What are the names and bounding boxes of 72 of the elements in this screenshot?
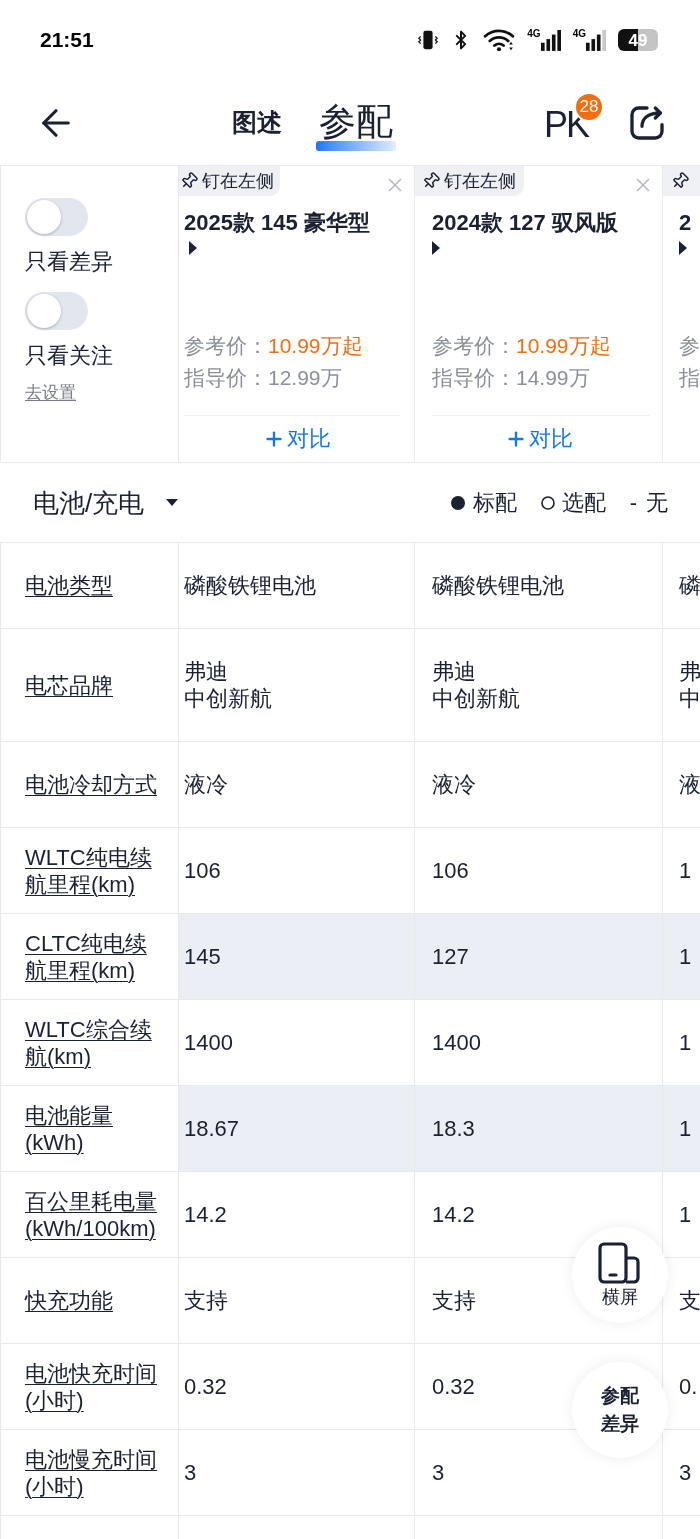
legend-label: 无 [646,488,668,517]
spec-name-link[interactable]: 电池快充时间(小时) [25,1359,167,1414]
toggle-label: 只看关注 [25,342,113,370]
spec-name-link[interactable]: WLTC综合续航(km) [25,1015,167,1070]
legend-dash: - [629,488,637,517]
reference-price-label: 参考价： [432,333,516,360]
toggle-switch[interactable] [25,292,88,330]
spec-name-link[interactable]: 电池慢充时间(小时) [25,1445,167,1500]
cell-text: 中创新航 [184,685,272,712]
status-time: 21:51 [40,27,94,54]
reference-price-label: 参考价： [184,333,268,360]
tab[interactable]: 图述 [232,107,282,137]
toggle-switch[interactable] [25,198,88,236]
guide-price-label: 指 [679,365,700,392]
cell-text: 弗 [679,658,700,685]
cell-text: 中创新航 [432,685,520,712]
signal-icon [540,28,561,52]
pin-icon [671,172,689,190]
table-cell: 18.67 [178,1086,414,1171]
car-title: 2025款 145 豪华型 [184,210,370,235]
spec-name-link[interactable]: 电芯品牌 [25,671,113,699]
vibrate-icon [417,28,440,52]
caret-right-icon [679,241,687,255]
table-cell: 145 [178,914,414,999]
reference-price-label: 参 [679,333,700,360]
settings-link[interactable]: 去设置 [25,382,76,404]
tab[interactable]: 参配 [316,94,396,151]
table-cell: 1 [662,914,700,999]
spec-name-link[interactable]: 电池能量(kWh) [25,1101,167,1156]
cell-text: 弗迪 [184,658,228,685]
legend-label: 标配 [472,488,517,517]
spec-name-link[interactable]: CLTC纯电续航里程(km) [25,929,167,984]
reference-price: 10.99万起 [268,333,363,360]
table-cell: 磷 [662,543,700,628]
spec-name-link[interactable]: WLTC纯电续航里程(km) [25,843,167,898]
table-cell: 1 [662,1086,700,1171]
guide-price: 12.99万 [268,364,342,391]
rotate-phone-icon [598,1242,642,1284]
toggle-label: 只看差异 [25,248,113,276]
compare-button[interactable]: 对比 [262,425,331,454]
network-type-label: 4G [527,29,541,39]
pin-left-button[interactable]: 钉在左侧 [415,166,524,196]
pin-left-button[interactable]: 钉在左侧 [179,166,280,196]
car-title: 2 [679,210,692,235]
guide-price-label: 指导价： [184,364,268,391]
wifi-icon [483,28,516,52]
compare-button[interactable]: 对比 [504,425,573,454]
reference-price: 10.99万起 [516,333,611,360]
network-type-label: 4G [572,29,586,39]
spec-name-link[interactable]: 快充功能 [25,1287,113,1314]
cell-text: 弗迪 [432,658,476,685]
table-cell: 液 [662,742,700,827]
table-cell: 127 [414,914,662,999]
table-cell: 18.3 [414,1086,662,1171]
pin-icon [180,172,198,190]
spec-name-link[interactable]: 电池冷却方式 [25,771,157,798]
guide-price: 14.99万 [516,364,590,391]
signal-icon [586,28,606,52]
pin-icon [422,172,440,190]
hollow-circle-icon [540,495,555,510]
legend-label: 选配 [561,488,606,517]
filled-dot-icon [450,495,465,510]
cell-text: 中 [679,685,700,712]
guide-price-label: 指导价： [432,364,516,391]
section-dropdown[interactable]: 电池/充电 [33,486,179,519]
car-title: 2024款 127 驭风版 [432,210,618,235]
spec-name-link[interactable]: 百公里耗电量(kWh/100km) [25,1187,167,1242]
caret-right-icon [432,241,440,255]
spec-name-link[interactable]: 电池类型 [25,572,113,599]
caret-down-icon [166,499,179,506]
caret-right-icon [189,241,197,255]
pin-left-button[interactable] [663,166,700,196]
